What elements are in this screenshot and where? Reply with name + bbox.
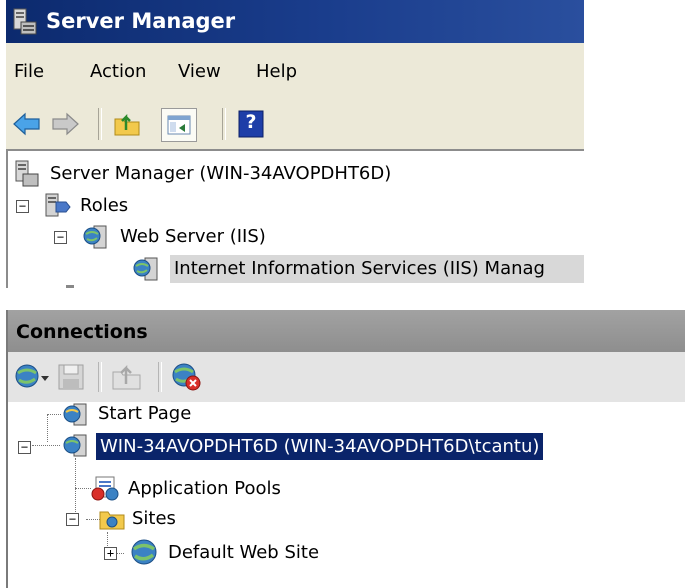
connections-tree: Start Page − WIN-34AVOPDHT6D (WIN-34AVOP… (8, 402, 685, 588)
tree-node-start-page[interactable]: Start Page (62, 402, 362, 430)
window-title: Server Manager (46, 9, 236, 33)
tree-label: Web Server (IIS) (120, 226, 266, 247)
collapse-icon[interactable]: − (18, 441, 31, 454)
expand-icon[interactable]: + (104, 547, 117, 560)
disconnect-icon[interactable] (170, 362, 204, 397)
iis-icon (132, 255, 162, 288)
tree-node-server[interactable]: − WIN-34AVOPDHT6D (WIN-34AVOPDHT6D\tcant… (16, 433, 616, 461)
server-manager-tree: Server Manager (WIN-34AVOPDHT6D) − Roles… (6, 149, 584, 288)
server-icon (62, 433, 90, 464)
toolbar: ? (6, 99, 584, 149)
tree-label: Roles (80, 195, 129, 216)
up-folder-icon[interactable] (112, 110, 142, 138)
menu-help[interactable]: Help (256, 61, 297, 82)
menu-action[interactable]: Action (90, 61, 146, 82)
sites-folder-icon (98, 506, 126, 537)
help-icon[interactable]: ? (238, 110, 264, 138)
tree-label: Sites (132, 508, 176, 529)
tree-label: Application Pools (128, 478, 281, 499)
tree-node-web-server[interactable]: − Web Server (IIS) (52, 223, 552, 251)
tree-node-roles[interactable]: − Roles (14, 192, 554, 220)
menu-file[interactable]: File (14, 61, 44, 82)
server-manager-icon (14, 160, 40, 193)
tree-connector (75, 488, 91, 489)
back-arrow-icon[interactable] (12, 110, 42, 138)
forward-arrow-icon[interactable] (50, 110, 80, 138)
tree-label: Start Page (98, 403, 192, 424)
collapse-icon[interactable]: − (16, 200, 29, 213)
connections-header: Connections (8, 310, 685, 352)
toolbar-separator (158, 362, 162, 392)
tree-label: WIN-34AVOPDHT6D (WIN-34AVOPDHT6D\tcantu) (96, 433, 544, 460)
server-manager-window: Server Manager File Action View Help ? S… (6, 0, 584, 288)
menu-view[interactable]: View (178, 61, 221, 82)
tree-node-application-pools[interactable]: Application Pools (90, 474, 390, 502)
title-bar[interactable]: Server Manager (6, 0, 584, 43)
tree-label: Server Manager (WIN-34AVOPDHT6D) (50, 163, 392, 184)
connections-pane: Connections Start Page − WIN-34AVOPDHT6D… (6, 310, 685, 588)
up-icon[interactable] (110, 362, 144, 397)
tree-label: Default Web Site (168, 542, 320, 563)
partial-node-icon (66, 285, 74, 288)
toolbar-separator (98, 362, 102, 392)
tree-node-default-web-site[interactable]: + Default Web Site (102, 538, 402, 566)
save-icon[interactable] (56, 362, 86, 397)
menu-bar: File Action View Help (6, 43, 584, 100)
web-server-icon (82, 223, 110, 256)
collapse-icon[interactable]: − (54, 231, 67, 244)
start-page-icon (62, 402, 90, 433)
connections-toolbar (8, 352, 685, 403)
tree-connector (47, 414, 61, 415)
toolbar-separator (222, 108, 226, 140)
connections-title: Connections (16, 321, 148, 343)
tree-node-server-manager[interactable]: Server Manager (WIN-34AVOPDHT6D) (14, 160, 574, 188)
connect-icon[interactable] (14, 362, 50, 397)
server-manager-icon (12, 8, 38, 36)
show-hide-tree-icon[interactable] (161, 108, 197, 142)
tree-label: Internet Information Services (IIS) Mana… (170, 255, 584, 283)
collapse-icon[interactable]: − (66, 513, 79, 526)
globe-icon (130, 538, 160, 571)
roles-icon (44, 192, 72, 225)
tree-node-sites[interactable]: − Sites (64, 506, 364, 534)
tree-node-iis-manager[interactable]: Internet Information Services (IIS) Mana… (132, 255, 584, 283)
application-pools-icon (90, 474, 122, 507)
help-glyph: ? (245, 111, 257, 133)
toolbar-separator (98, 108, 102, 140)
